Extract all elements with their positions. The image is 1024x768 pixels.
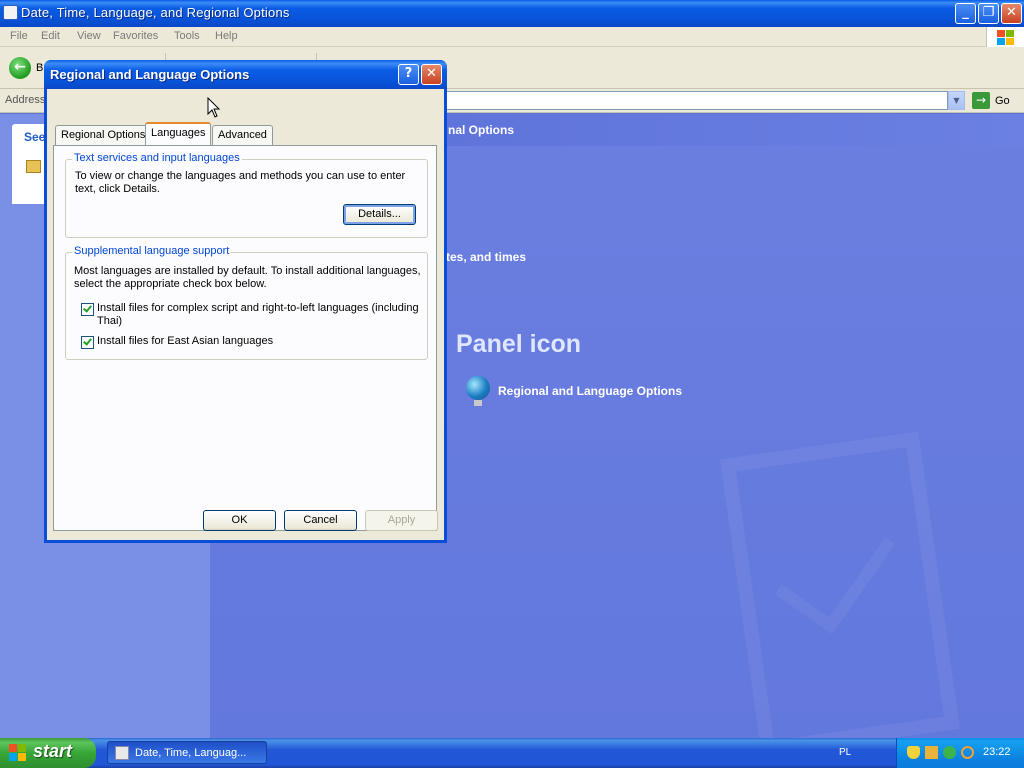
menu-edit[interactable]: Edit	[41, 30, 60, 42]
text-services-desc-2: text, click Details.	[75, 183, 160, 195]
tab-advanced[interactable]: Advanced	[212, 125, 273, 145]
dialog-titlebar[interactable]: Regional and Language Options ? ✕	[44, 60, 447, 89]
checkmark-icon	[83, 303, 92, 313]
minimize-button[interactable]: _	[955, 3, 976, 24]
safely-remove-icon[interactable]	[943, 746, 956, 759]
start-label: start	[33, 741, 73, 761]
menu-help[interactable]: Help	[215, 30, 238, 42]
task-link-dates-times[interactable]: tes, and times	[446, 250, 526, 264]
back-arrow-icon[interactable]: ←	[9, 57, 31, 79]
close-button[interactable]: ✕	[1001, 3, 1022, 24]
folder-icon[interactable]	[26, 160, 41, 173]
explorer-title: Date, Time, Language, and Regional Optio…	[21, 5, 290, 20]
checkmark-icon	[83, 336, 92, 346]
system-tray: 23:22	[896, 738, 1024, 768]
explorer-titlebar: Date, Time, Language, and Regional Optio…	[0, 0, 1024, 27]
taskbar-item-date-time[interactable]: Date, Time, Languag...	[107, 741, 267, 764]
complex-script-label-2[interactable]: Thai)	[97, 315, 122, 328]
regional-language-dialog: Regional and Language Options ? ✕ Region…	[44, 60, 447, 543]
dialog-close-button[interactable]: ✕	[421, 64, 442, 85]
control-panel-icon	[115, 746, 129, 760]
menu-file[interactable]: File	[10, 30, 28, 42]
east-asian-label[interactable]: Install files for East Asian languages	[97, 335, 273, 348]
language-indicator[interactable]: PL	[839, 747, 851, 758]
menu-favorites[interactable]: Favorites	[113, 30, 158, 42]
search-icon[interactable]	[961, 746, 974, 759]
menu-view[interactable]: View	[77, 30, 101, 42]
mouse-cursor-icon	[207, 97, 221, 118]
windows-flag-icon	[9, 744, 27, 762]
text-services-group: Text services and input languages To vie…	[65, 152, 428, 238]
text-services-desc-1: To view or change the languages and meth…	[75, 170, 406, 182]
address-label: Address	[5, 94, 46, 106]
taskbar-item-label: Date, Time, Languag...	[135, 747, 247, 759]
dialog-body: Regional Options Languages Advanced Text…	[47, 89, 444, 540]
go-arrow-icon[interactable]: →	[972, 92, 990, 109]
see-also-heading: See	[24, 130, 46, 144]
supplemental-language-group: Supplemental language support Most langu…	[65, 245, 428, 360]
pick-panel-icon-heading: Panel icon	[456, 330, 582, 358]
windows-logo-icon	[986, 27, 1024, 49]
east-asian-checkbox[interactable]	[81, 336, 94, 349]
start-button[interactable]: start	[0, 738, 96, 768]
menu-bar: File Edit View Favorites Tools Help	[0, 27, 1024, 47]
help-button[interactable]: ?	[398, 64, 419, 85]
supplemental-legend: Supplemental language support	[72, 245, 232, 257]
menu-tools[interactable]: Tools	[174, 30, 200, 42]
tab-languages[interactable]: Languages	[145, 122, 212, 145]
address-dropdown-icon[interactable]: ▼	[948, 91, 965, 110]
control-panel-icon	[3, 5, 18, 20]
globe-icon[interactable]	[466, 376, 490, 400]
back-label[interactable]: B	[36, 62, 43, 74]
go-button[interactable]: Go	[995, 95, 1010, 107]
complex-script-label-1[interactable]: Install files for complex script and rig…	[97, 302, 419, 315]
security-shield-icon[interactable]	[907, 746, 920, 759]
complex-script-checkbox[interactable]	[81, 303, 94, 316]
supplemental-desc-2: select the appropriate check box below.	[74, 278, 267, 290]
text-services-legend: Text services and input languages	[72, 152, 242, 164]
network-warning-icon[interactable]	[925, 746, 938, 759]
supplemental-desc-1: Most languages are installed by default.…	[74, 265, 421, 277]
taskbar: start Date, Time, Languag... PL 23:22	[0, 738, 1024, 768]
address-input[interactable]	[447, 91, 948, 110]
regional-language-options-link[interactable]: Regional and Language Options	[498, 384, 682, 398]
tab-regional-options[interactable]: Regional Options	[55, 125, 152, 145]
cancel-button[interactable]: Cancel	[284, 510, 357, 531]
ok-button[interactable]: OK	[203, 510, 276, 531]
languages-tab-panel: Text services and input languages To vie…	[53, 145, 437, 531]
details-button[interactable]: Details...	[343, 204, 416, 225]
category-header-text: nal Options	[448, 123, 514, 137]
clock[interactable]: 23:22	[983, 746, 1011, 758]
dialog-title: Regional and Language Options	[50, 67, 250, 82]
globe-stand	[474, 400, 482, 406]
apply-button[interactable]: Apply	[365, 510, 438, 531]
restore-button[interactable]: ❐	[978, 3, 999, 24]
